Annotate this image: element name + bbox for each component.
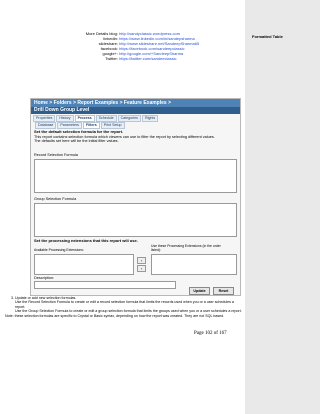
extensions-heading: Set the processing extensions that this …: [34, 238, 138, 243]
note-syntax: Note: these selection formulas are speci…: [5, 313, 225, 318]
subtab-filters[interactable]: Filters: [82, 122, 100, 129]
group-formula-input[interactable]: [34, 203, 237, 237]
record-formula-label: Record Selection Formula: [34, 153, 78, 157]
page-number: Page 102 of 167: [194, 331, 227, 336]
note-record: Use the Record Selection Formula to crea…: [15, 300, 234, 309]
extensions-section: Set the processing extensions that this …: [34, 238, 234, 244]
reset-button[interactable]: Reset: [213, 287, 234, 295]
description-field[interactable]: [34, 281, 176, 289]
tab-schedule[interactable]: Schedule: [95, 115, 117, 122]
comment-label: Formatted Table: [252, 34, 283, 39]
breadcrumb[interactable]: Home > Folders > Report Examples > Featu…: [31, 99, 240, 107]
tab-process[interactable]: Process: [74, 115, 95, 122]
update-button[interactable]: Update: [189, 287, 210, 295]
selection-text-2: The defaults set here will be the initia…: [34, 139, 119, 144]
selection-section: Set the default selection formula for th…: [34, 129, 234, 144]
tab-history[interactable]: History: [56, 115, 74, 122]
link-row: Twitter: https://twitter.com/sandeeclass…: [105, 56, 177, 61]
notes: 3. Update or add new selection formulas.…: [5, 296, 245, 318]
links-block: More Details blog: http://sandyclassic.w…: [78, 31, 248, 61]
description-label: Description:: [34, 276, 55, 280]
main-tabs: Properties History Process Schedule Cate…: [33, 115, 159, 122]
move-left-icon[interactable]: ‹: [137, 265, 146, 272]
subtab-database[interactable]: Database: [35, 122, 57, 129]
record-formula-input[interactable]: [34, 159, 237, 193]
page-title: Drill Down Group Level: [31, 107, 240, 114]
twitter-link[interactable]: https://twitter.com/sandeeclassic: [119, 56, 176, 61]
used-extensions-list[interactable]: [151, 254, 237, 275]
comment-margin: [245, 0, 320, 414]
sub-tabs: Database Parameters Filters Print Setup: [35, 122, 125, 129]
note-group: Use the Group Selection Formula to creat…: [15, 309, 242, 314]
move-right-icon[interactable]: ›: [137, 257, 146, 264]
group-formula-label: Group Selection Formula: [34, 197, 77, 201]
use-extensions-label: Use these Processing Extensions (in the …: [151, 244, 221, 252]
available-extensions-list[interactable]: [34, 254, 134, 275]
embedded-screenshot: Home > Folders > Report Examples > Featu…: [30, 98, 241, 296]
subtab-parameters[interactable]: Parameters: [57, 122, 82, 129]
subtab-print-setup[interactable]: Print Setup: [100, 122, 125, 129]
tab-rights[interactable]: Rights: [141, 115, 159, 122]
document-page: Formatted Table More Details blog: http:…: [0, 0, 320, 414]
tab-categories[interactable]: Categories: [117, 115, 141, 122]
tab-properties[interactable]: Properties: [33, 115, 56, 122]
available-extensions-label: Available Processing Extensions:: [34, 248, 84, 252]
